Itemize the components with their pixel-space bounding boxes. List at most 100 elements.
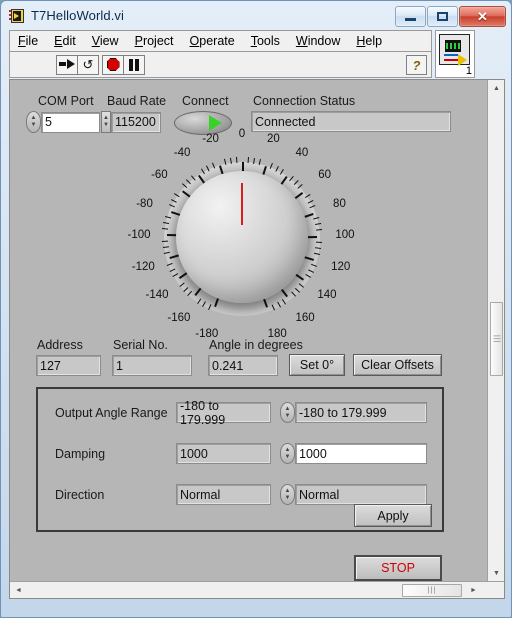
- dial-tick-label: 40: [295, 147, 309, 160]
- menu-view[interactable]: View: [84, 33, 127, 49]
- output-angle-range-selected[interactable]: -180 to 179.999: [295, 402, 427, 423]
- menu-edit[interactable]: Edit: [46, 33, 84, 49]
- run-icon: [59, 58, 75, 71]
- abort-button[interactable]: [102, 54, 124, 75]
- play-triangle-icon: [209, 115, 222, 131]
- connection-status-label: Connection Status: [253, 94, 356, 108]
- com-port-input[interactable]: 5: [41, 111, 100, 133]
- direction-stepper[interactable]: ▲ ▼: [280, 484, 295, 505]
- vertical-scroll-thumb[interactable]: |||: [490, 302, 503, 376]
- output-angle-range-current: -180 to 179.999: [176, 399, 271, 427]
- baud-rate-stepper[interactable]: ▲ ▼: [101, 111, 111, 133]
- com-port-stepper[interactable]: ▲ ▼: [26, 111, 41, 133]
- output-angle-range-stepper[interactable]: ▲ ▼: [280, 402, 295, 423]
- angle-value: 0.241: [208, 355, 278, 376]
- pause-icon: [129, 58, 139, 71]
- title-bar: T7HelloWorld.vi ✕: [4, 3, 510, 28]
- apply-button[interactable]: Apply: [354, 504, 432, 527]
- stop-button[interactable]: STOP: [354, 555, 442, 581]
- dial-tick-label: 60: [318, 169, 332, 182]
- connect-toggle[interactable]: [174, 111, 232, 135]
- labview-window: T7HelloWorld.vi ✕ File Edit View Project…: [0, 0, 512, 618]
- toolbar: ↺ ?: [9, 51, 432, 78]
- front-panel: COM Port ▲ ▼ 5 Baud Rate ▲ ▼ 115200 Connec…: [10, 80, 488, 582]
- run-button[interactable]: [56, 54, 78, 75]
- pause-button[interactable]: [123, 54, 145, 75]
- baud-rate-input[interactable]: 115200: [111, 111, 161, 133]
- com-port-control[interactable]: ▲ ▼ 5: [26, 111, 100, 133]
- dial-tick-label: 100: [335, 229, 355, 241]
- menu-file[interactable]: File: [10, 33, 46, 49]
- address-value: 127: [36, 355, 101, 376]
- menu-tools[interactable]: Tools: [243, 33, 288, 49]
- output-angle-range-label: Output Angle Range: [55, 406, 168, 420]
- minimize-icon: [405, 18, 416, 21]
- damping-current: 1000: [176, 443, 271, 464]
- angle-dial[interactable]: -180 -160 -140 -120 -100 -80 -60 -40 -20 0 20 40 60 8…: [120, 128, 366, 340]
- maximize-icon: [437, 12, 448, 21]
- damping-label: Damping: [55, 447, 106, 461]
- address-label: Address: [37, 338, 83, 352]
- vertical-scrollbar[interactable]: ▲ ||| ▼: [487, 80, 504, 582]
- close-button[interactable]: ✕: [459, 6, 506, 27]
- serial-label: Serial No.: [113, 338, 168, 352]
- menu-project[interactable]: Project: [127, 33, 182, 49]
- output-angle-range-control[interactable]: ▲ ▼ -180 to 179.999: [280, 402, 427, 423]
- menu-help[interactable]: Help: [348, 33, 390, 49]
- set-zero-button[interactable]: Set 0°: [289, 354, 345, 376]
- scroll-left-arrow[interactable]: ◄: [10, 582, 27, 599]
- connection-status-value: Connected: [251, 111, 451, 132]
- menu-operate[interactable]: Operate: [182, 33, 243, 49]
- dial-needle: [241, 183, 243, 225]
- baud-rate-label: Baud Rate: [107, 94, 167, 108]
- com-port-label: COM Port: [38, 94, 94, 108]
- scroll-right-arrow[interactable]: ►: [465, 582, 482, 599]
- dial-tick-label: 120: [331, 260, 351, 273]
- dial-tick-label: -40: [173, 147, 191, 160]
- clear-offsets-button[interactable]: Clear Offsets: [353, 354, 442, 376]
- dial-tick-label: -120: [131, 260, 155, 273]
- window-title: T7HelloWorld.vi: [31, 8, 125, 23]
- damping-selected[interactable]: 1000: [295, 443, 427, 464]
- dial-tick-label: -20: [202, 132, 219, 145]
- close-icon: ✕: [477, 9, 488, 24]
- serial-value: 1: [112, 355, 192, 376]
- dial-tick-label: 140: [317, 289, 337, 302]
- vi-icon-pane[interactable]: 1: [435, 30, 475, 78]
- connect-label: Connect: [182, 94, 229, 108]
- minimize-button[interactable]: [395, 6, 426, 27]
- front-panel-frame: COM Port ▲ ▼ 5 Baud Rate ▲ ▼ 115200 Connec…: [9, 79, 505, 599]
- scroll-up-arrow[interactable]: ▲: [488, 80, 505, 97]
- horizontal-scroll-thumb[interactable]: |||: [402, 584, 462, 597]
- angle-label: Angle in degrees: [209, 338, 303, 352]
- horizontal-scrollbar[interactable]: ◄ ||| ►: [10, 581, 504, 598]
- abort-execution-icon: [106, 58, 120, 71]
- scroll-down-arrow[interactable]: ▼: [488, 565, 505, 582]
- damping-stepper[interactable]: ▲ ▼: [280, 443, 295, 464]
- run-continuously-button[interactable]: ↺: [77, 54, 99, 75]
- dial-tick-label: -80: [136, 197, 153, 210]
- dial-tick-label: 0: [238, 128, 246, 140]
- window-controls: ✕: [395, 6, 506, 27]
- direction-selected[interactable]: Normal: [295, 484, 427, 505]
- direction-current: Normal: [176, 484, 271, 505]
- damping-control[interactable]: ▲ ▼ 1000: [280, 443, 427, 464]
- dial-tick-label: -100: [127, 229, 151, 241]
- menu-window[interactable]: Window: [288, 33, 348, 49]
- run-continuously-icon: ↺: [82, 57, 94, 72]
- vi-connector-icon: [439, 34, 470, 66]
- dial-tick-label: -160: [167, 312, 191, 325]
- context-help-button[interactable]: ?: [406, 55, 427, 75]
- vi-clone-number: 1: [465, 65, 472, 77]
- direction-label: Direction: [55, 488, 105, 502]
- baud-rate-control[interactable]: ▲ ▼ 115200: [101, 111, 161, 133]
- dial-tick-label: 20: [267, 132, 280, 145]
- maximize-button[interactable]: [427, 6, 458, 27]
- menu-bar: File Edit View Project Operate Tools Win…: [9, 30, 432, 51]
- dial-tick-label: 80: [333, 197, 346, 210]
- dial-tick-label: 160: [295, 312, 315, 325]
- dial-tick-label: -60: [151, 169, 168, 182]
- direction-control[interactable]: ▲ ▼ Normal: [280, 484, 427, 505]
- vi-title-icon: [9, 8, 25, 23]
- dial-tick-label: -140: [145, 289, 169, 302]
